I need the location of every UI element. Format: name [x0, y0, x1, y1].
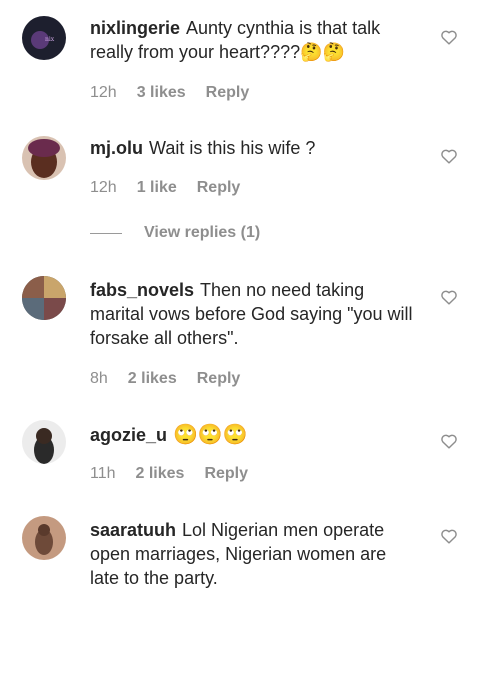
comment-text: fabs_novels Then no need taking marital v… [90, 278, 420, 350]
username-link[interactable]: fabs_novels [90, 280, 194, 300]
likes-count[interactable]: 1 like [137, 179, 177, 197]
heart-outline-icon[interactable] [440, 528, 460, 546]
comment-meta: 12h 3 likes Reply [90, 84, 249, 102]
heart-outline-icon[interactable] [440, 29, 460, 47]
comment-body: 🙄🙄🙄 [173, 422, 248, 446]
likes-count[interactable]: 2 likes [128, 370, 177, 388]
comment-time: 11h [90, 465, 116, 482]
reply-button[interactable]: Reply [206, 84, 250, 102]
divider-line [90, 232, 122, 234]
comment-meta: 8h 2 likes Reply [90, 370, 240, 388]
likes-count[interactable]: 2 likes [136, 465, 185, 483]
reply-button[interactable]: Reply [197, 370, 241, 388]
heart-outline-icon[interactable] [440, 148, 460, 166]
avatar[interactable] [22, 136, 66, 180]
comment-text: agozie_u 🙄🙄🙄 [90, 422, 420, 447]
avatar[interactable]: nix [22, 16, 66, 60]
comment-text: mj.olu Wait is this his wife ? [90, 136, 420, 160]
heart-outline-icon[interactable] [440, 289, 460, 307]
comment-time: 12h [90, 179, 117, 196]
comment-text: nixlingerie Aunty cynthia is that talk re… [90, 16, 420, 64]
reply-button[interactable]: Reply [197, 179, 241, 197]
comment-meta: 11h 2 likes Reply [90, 465, 248, 483]
reply-button[interactable]: Reply [204, 465, 248, 483]
view-replies-label: View replies (1) [144, 224, 261, 241]
avatar[interactable] [22, 420, 66, 464]
comment-time: 12h [90, 84, 117, 101]
likes-count[interactable]: 3 likes [137, 84, 186, 102]
comment-meta: 12h 1 like Reply [90, 179, 240, 197]
username-link[interactable]: agozie_u [90, 425, 167, 445]
avatar[interactable] [22, 276, 66, 320]
username-link[interactable]: saaratuuh [90, 520, 176, 540]
username-link[interactable]: mj.olu [90, 138, 143, 158]
svg-text:nix: nix [45, 36, 55, 43]
comment-body: Wait is this his wife ? [149, 138, 316, 158]
comment-time: 8h [90, 370, 108, 387]
username-link[interactable]: nixlingerie [90, 18, 180, 38]
heart-outline-icon[interactable] [440, 433, 460, 451]
avatar[interactable] [22, 516, 66, 560]
view-replies-button[interactable]: View replies (1) [90, 224, 260, 242]
comment-text: saaratuuh Lol Nigerian men operate open m… [90, 518, 420, 590]
